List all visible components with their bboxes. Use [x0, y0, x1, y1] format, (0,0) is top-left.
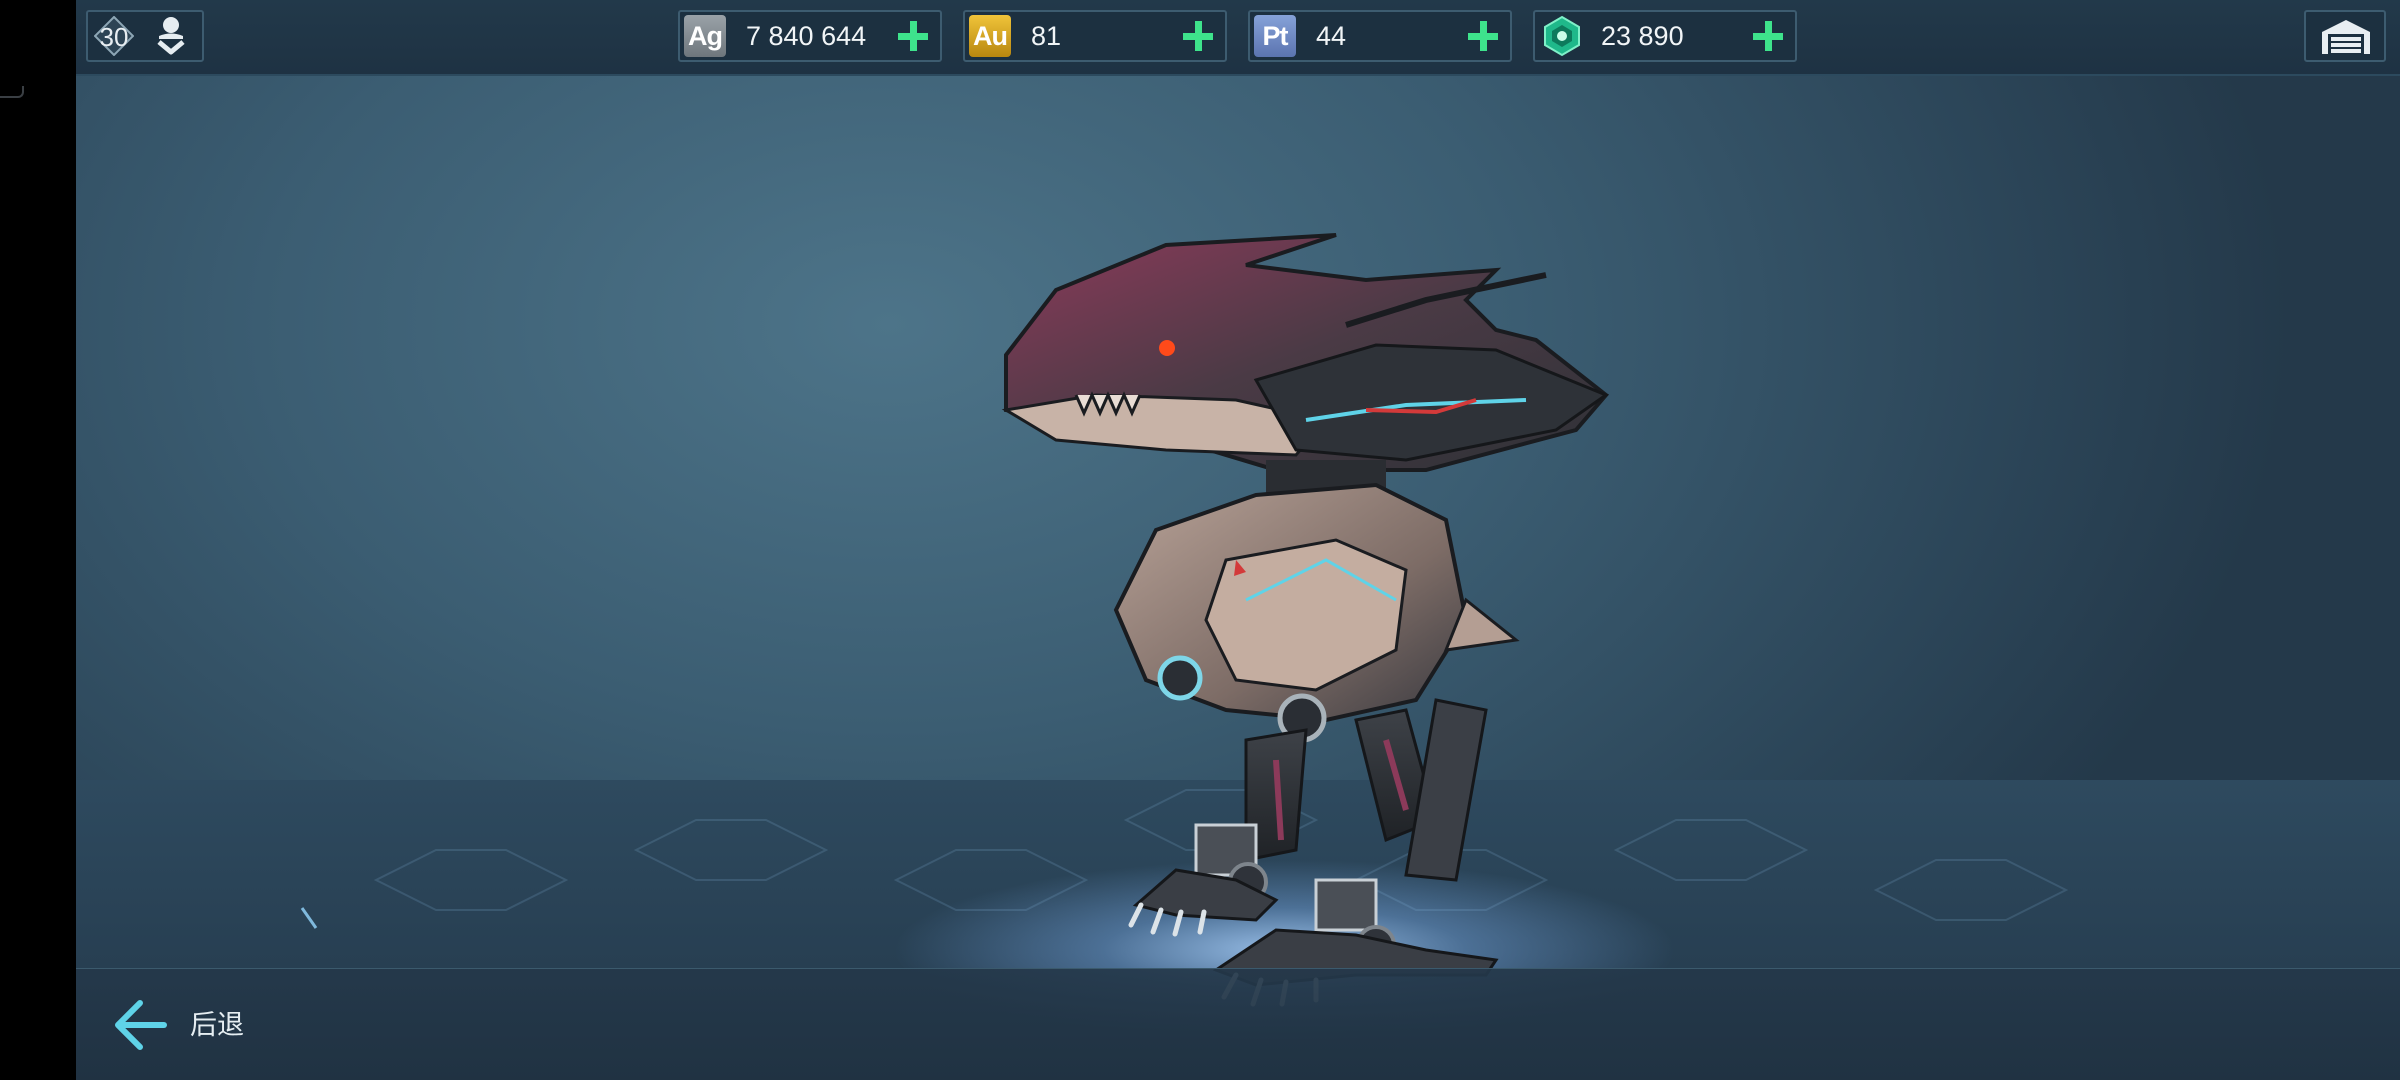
silver-currency[interactable]: Ag 7 840 644 — [678, 10, 942, 62]
player-level: 30 — [99, 22, 129, 52]
hex-key-icon — [1544, 15, 1580, 57]
add-key-button[interactable] — [1751, 19, 1785, 53]
silver-amount: 7 840 644 — [746, 21, 867, 51]
gold-currency[interactable]: Au 81 — [963, 10, 1227, 62]
robot-viewport[interactable] — [76, 0, 2400, 1080]
add-gold-button[interactable] — [1181, 19, 1215, 53]
add-platinum-button[interactable] — [1466, 19, 1500, 53]
platinum-currency[interactable]: Pt 44 — [1248, 10, 1512, 62]
silver-badge-icon: Ag — [684, 15, 726, 57]
add-silver-button[interactable] — [896, 19, 930, 53]
key-currency[interactable]: 23 890 — [1533, 10, 1797, 62]
arrow-left-icon — [115, 1000, 167, 1050]
top-bar: 30 Ag 7 840 644 Au 81 Pt 44 23 890 — [76, 0, 2400, 76]
player-level-button[interactable]: 30 — [86, 10, 204, 62]
game-screen: 30 Ag 7 840 644 Au 81 Pt 44 23 890 后退 — [0, 0, 2400, 1080]
garage-button[interactable] — [2304, 10, 2386, 62]
bottom-bar: 后退 — [76, 968, 2400, 1080]
platinum-amount: 44 — [1316, 21, 1347, 51]
garage-icon — [2322, 20, 2370, 54]
profile-download-icon[interactable] — [148, 14, 194, 60]
back-label: 后退 — [190, 1010, 244, 1040]
gold-amount: 81 — [1031, 21, 1062, 51]
robot-model[interactable] — [76, 0, 2400, 1080]
gold-badge-icon: Au — [969, 15, 1011, 57]
screen-cutout — [0, 0, 76, 1080]
platinum-badge-icon: Pt — [1254, 15, 1296, 57]
back-button[interactable]: 后退 — [112, 991, 292, 1059]
key-amount: 23 890 — [1601, 21, 1684, 51]
